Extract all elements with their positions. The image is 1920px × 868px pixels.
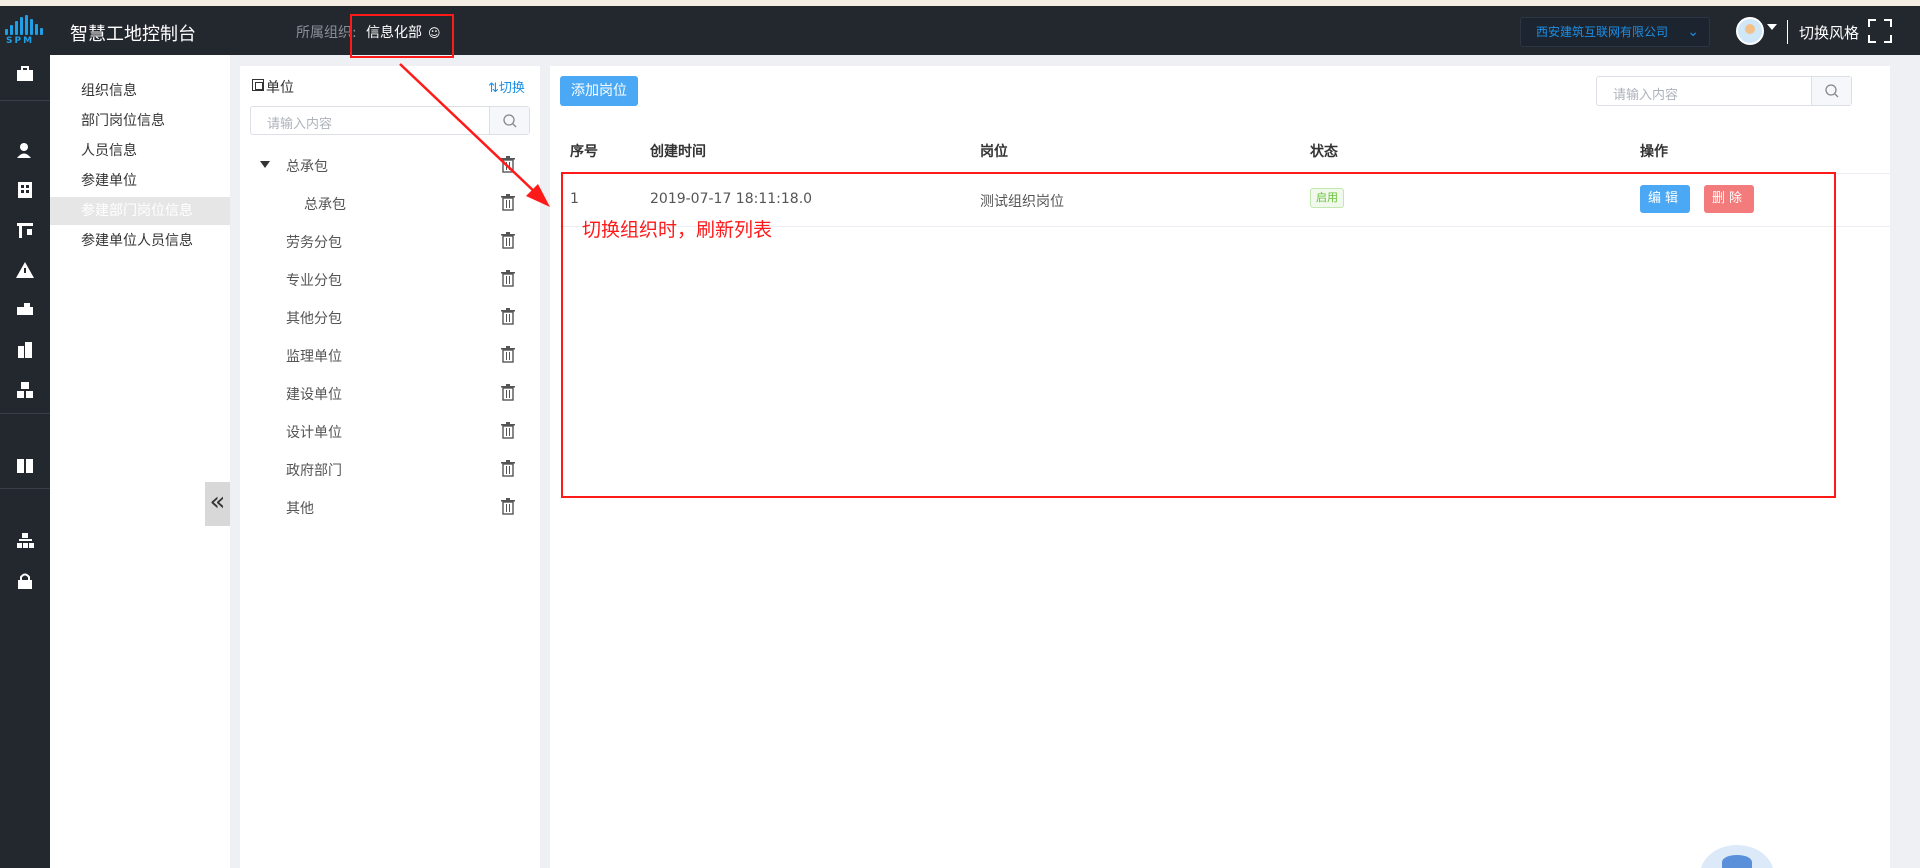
- column-header-index: 序号: [570, 144, 598, 160]
- tree-node-label: 监理单位: [286, 349, 342, 365]
- tree-node-label: 其他: [286, 501, 314, 517]
- book-icon[interactable]: [15, 457, 35, 475]
- tower-icon[interactable]: [15, 341, 35, 359]
- main-search-placeholder: 请输入内容: [1613, 88, 1679, 103]
- search-icon: [1825, 84, 1839, 98]
- nav-item-personnel[interactable]: 人员信息: [50, 137, 230, 165]
- trash-icon[interactable]: [501, 308, 515, 325]
- nav-item-participating-personnel[interactable]: 参建单位人员信息: [50, 227, 230, 255]
- nav-item-participating-dept-position[interactable]: 参建部门岗位信息: [50, 197, 230, 225]
- tree-node-label: 专业分包: [286, 273, 342, 289]
- tree-node[interactable]: 劳务分包: [240, 226, 540, 256]
- unit-icon: [252, 79, 264, 91]
- tree-node-label: 总承包: [286, 159, 328, 175]
- divider: [1787, 20, 1788, 44]
- tree-node[interactable]: 设计单位: [240, 416, 540, 446]
- building-icon[interactable]: [15, 181, 35, 199]
- tree-node[interactable]: 其他分包: [240, 302, 540, 332]
- annotation-text: 切换组织时，刷新列表: [582, 219, 773, 241]
- main-search-input[interactable]: 请输入内容: [1596, 76, 1852, 106]
- trash-icon[interactable]: [501, 232, 515, 249]
- tree-node[interactable]: 建设单位: [240, 378, 540, 408]
- top-bar: SPM 智慧工地控制台 所属组织: 信息化部 ☺ 西安建筑互联网有限公司 ⌄ 切换风…: [0, 6, 1920, 55]
- trash-icon[interactable]: [501, 460, 515, 477]
- avatar[interactable]: [1736, 17, 1764, 45]
- nav-item-dept-position[interactable]: 部门岗位信息: [50, 107, 230, 135]
- fullscreen-icon[interactable]: [1868, 19, 1892, 43]
- tree-switch-button[interactable]: ⇅切换: [488, 77, 525, 96]
- chevron-down-icon: ⌄: [1687, 24, 1699, 40]
- tree-node-label: 其他分包: [286, 311, 342, 327]
- trash-icon[interactable]: [501, 384, 515, 401]
- tree-node-label: 设计单位: [286, 425, 342, 441]
- divider: [0, 488, 50, 489]
- trash-icon[interactable]: [501, 270, 515, 287]
- search-icon: [503, 114, 517, 128]
- icon-sidebar: [0, 55, 50, 868]
- column-header-actions: 操作: [1640, 144, 1668, 160]
- divider: [0, 100, 50, 101]
- tree-node-label: 政府部门: [286, 463, 342, 479]
- trash-icon[interactable]: [501, 194, 515, 211]
- tree-search-input[interactable]: 请输入内容: [250, 106, 530, 135]
- tree-node[interactable]: 专业分包: [240, 264, 540, 294]
- boxes-icon[interactable]: [15, 381, 35, 399]
- tree-node[interactable]: 总承包: [240, 188, 540, 218]
- tree-node-label: 建设单位: [286, 387, 342, 403]
- tree-title: 单位: [266, 80, 294, 96]
- trash-icon[interactable]: [501, 498, 515, 515]
- tree-node-label: 总承包: [304, 197, 346, 213]
- column-header-status: 状态: [1310, 144, 1338, 160]
- tree-node[interactable]: 其他: [240, 492, 540, 522]
- collapse-sidebar-button[interactable]: «: [205, 482, 230, 526]
- org-chart-icon[interactable]: [15, 532, 35, 550]
- divider: [0, 413, 50, 414]
- search-button[interactable]: [489, 107, 529, 134]
- company-name: 西安建筑互联网有限公司: [1536, 25, 1669, 39]
- trash-icon[interactable]: [501, 346, 515, 363]
- tree-node-label: 劳务分包: [286, 235, 342, 251]
- unit-tree-panel: 单位 ⇅切换 请输入内容 总承包 总承包 劳务分包 专业分包 其他分包 监理单位…: [240, 66, 540, 868]
- app-title: 智慧工地控制台: [70, 24, 196, 45]
- annotation-box-org: [350, 14, 454, 58]
- nav-item-participating-units[interactable]: 参建单位: [50, 167, 230, 195]
- logo-text: SPM: [6, 36, 35, 46]
- warning-icon[interactable]: [15, 261, 35, 279]
- tree-node[interactable]: 总承包: [240, 150, 540, 180]
- assistant-mascot[interactable]: [1700, 845, 1774, 868]
- crane-icon[interactable]: [15, 221, 35, 239]
- tree-node[interactable]: 政府部门: [240, 454, 540, 484]
- lock-icon[interactable]: [15, 572, 35, 590]
- nav-item-org-info[interactable]: 组织信息: [50, 77, 230, 105]
- add-position-button[interactable]: 添加岗位: [560, 76, 638, 106]
- secondary-nav: 组织信息 部门岗位信息 人员信息 参建单位 参建部门岗位信息 参建单位人员信息: [50, 55, 230, 868]
- trash-icon[interactable]: [501, 422, 515, 439]
- trash-icon[interactable]: [501, 156, 515, 173]
- machinery-icon[interactable]: [15, 301, 35, 319]
- switch-style-button[interactable]: 切换风格: [1799, 22, 1859, 43]
- org-label: 所属组织:: [296, 25, 357, 41]
- caret-down-icon[interactable]: [260, 161, 270, 168]
- spm-logo[interactable]: SPM: [0, 6, 50, 55]
- user-icon[interactable]: [15, 141, 35, 159]
- search-button[interactable]: [1811, 77, 1851, 105]
- company-select[interactable]: 西安建筑互联网有限公司 ⌄: [1520, 17, 1710, 47]
- tree-search-placeholder: 请输入内容: [267, 117, 333, 132]
- column-header-position: 岗位: [980, 144, 1008, 160]
- tree-node[interactable]: 监理单位: [240, 340, 540, 370]
- column-header-created: 创建时间: [650, 144, 706, 160]
- briefcase-icon[interactable]: [15, 65, 35, 83]
- caret-down-icon[interactable]: [1767, 24, 1777, 30]
